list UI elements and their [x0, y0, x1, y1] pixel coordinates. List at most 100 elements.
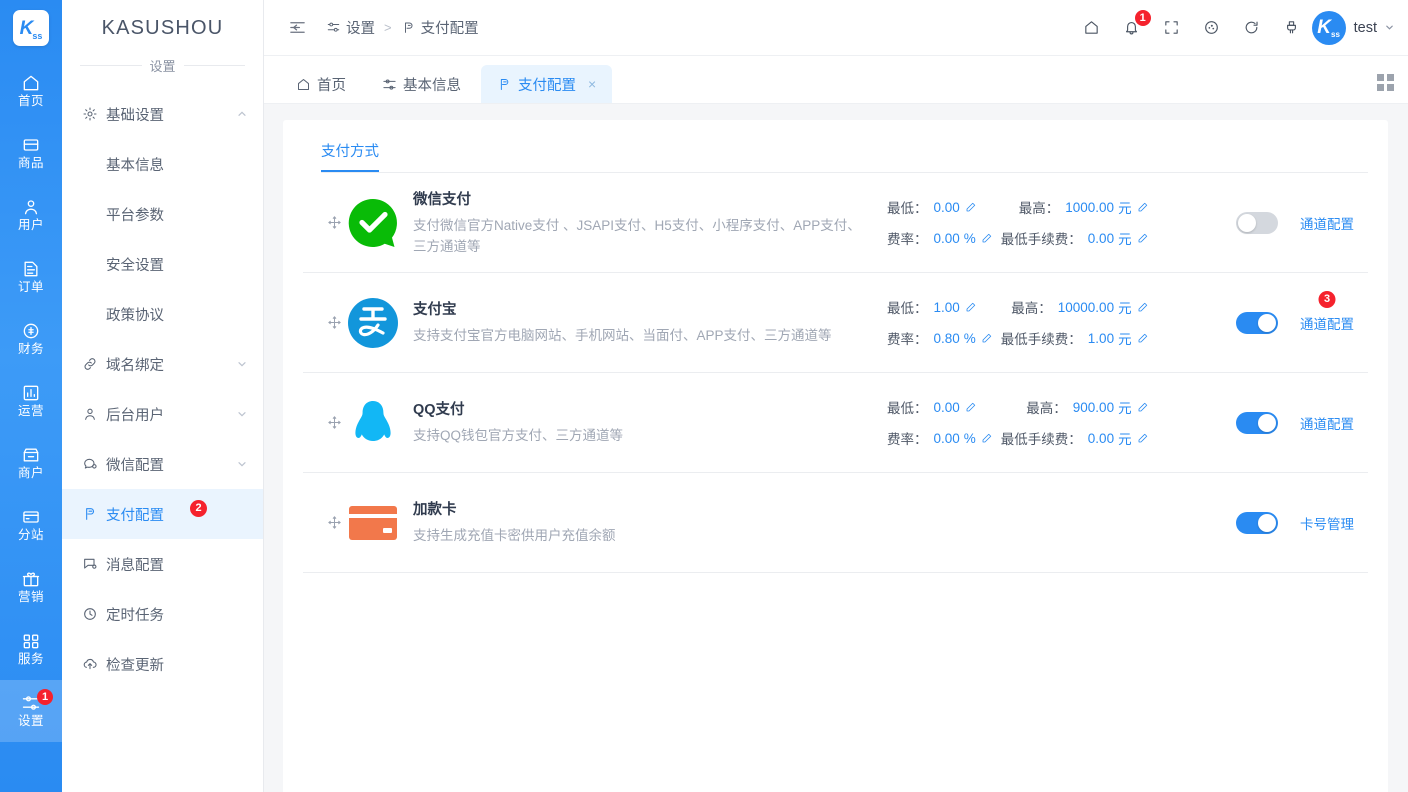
payment-config-link[interactable]: 卡号管理 [1300, 513, 1354, 533]
field-rate: 费率： 0.00% [887, 428, 993, 448]
breadcrumb-item-1[interactable]: 支付配置 [401, 17, 479, 38]
rail-item-marketing[interactable]: 营销 [0, 556, 62, 618]
rail-item-settings[interactable]: 设置 1 [0, 680, 62, 742]
theme-button[interactable] [1198, 14, 1226, 42]
sidebar-item-security[interactable]: 安全设置 [62, 239, 263, 289]
user-menu[interactable]: Kss test [1311, 10, 1394, 45]
rail-item-substation[interactable]: 分站 [0, 494, 62, 556]
pencil-icon[interactable] [981, 432, 993, 444]
rail-item-users[interactable]: 用户 [0, 184, 62, 246]
pencil-icon[interactable] [965, 301, 977, 313]
coin-icon [21, 321, 41, 341]
field-max-unit: 元 [1118, 201, 1132, 216]
payment-config-link[interactable]: 3 通道配置 [1300, 290, 1354, 333]
payment-description: 支持QQ钱包官方支付、三方通道等 [413, 428, 624, 444]
payment-config-link[interactable]: 通道配置 [1300, 213, 1354, 233]
clear-cache-button[interactable] [1278, 14, 1306, 42]
field-min-fee-label: 最低手续费： [1000, 432, 1082, 447]
pencil-icon[interactable] [981, 332, 993, 344]
pencil-icon[interactable] [1137, 232, 1149, 244]
primary-sidebar: Kss 首页 商品 用户 订单 财务 运营 商户 分站 营销 服务 设置 1 [0, 0, 62, 792]
toggle-knob [1258, 513, 1276, 532]
pencil-icon[interactable] [1137, 401, 1149, 413]
pencil-icon[interactable] [1137, 432, 1149, 444]
pencil-icon[interactable] [981, 232, 993, 244]
home-icon [1083, 19, 1100, 36]
field-min-fee: 最低手续费： 1.00 元 [1001, 328, 1149, 348]
sidebar-item-label: 支付配置 [106, 507, 164, 524]
sidebar-item-domain-bind[interactable]: 域名绑定 [62, 339, 263, 389]
sidebar-item-label: 后台用户 [106, 407, 164, 424]
rail-item-label: 服务 [17, 652, 44, 667]
sidebar-item-pay-config[interactable]: 支付配置 2 [62, 489, 263, 539]
sidebar-item-basic-settings[interactable]: 基础设置 [62, 89, 263, 139]
close-icon[interactable]: × [588, 77, 596, 91]
field-max-label: 最高： [1018, 201, 1060, 216]
shop-icon [21, 445, 41, 465]
payment-toggle[interactable] [1236, 511, 1278, 534]
toggle-knob [1258, 413, 1276, 432]
drag-handle-icon[interactable] [321, 215, 347, 230]
sidebar-item-cron-task[interactable]: 定时任务 [62, 589, 263, 639]
field-min: 最低： 1.00 [887, 297, 993, 317]
sidebar-item-platform-params[interactable]: 平台参数 [62, 189, 263, 239]
sidebar-item-admin-users[interactable]: 后台用户 [62, 389, 263, 439]
payment-description: 支付微信官方Native支付 、JSAPI支付、H5支付、小程序支付、APP支付… [413, 217, 861, 254]
rail-item-orders[interactable]: 订单 [0, 246, 62, 308]
refresh-button[interactable] [1238, 14, 1266, 42]
toggle-knob [1258, 313, 1276, 332]
drag-handle-icon[interactable] [321, 415, 347, 430]
sidebar-item-policy[interactable]: 政策协议 [62, 289, 263, 339]
pencil-icon[interactable] [1137, 301, 1149, 313]
rail-item-merchant[interactable]: 商户 [0, 432, 62, 494]
sidebar-item-check-update[interactable]: 检查更新 [62, 639, 263, 689]
payment-toggle[interactable] [1236, 411, 1278, 434]
pencil-icon[interactable] [1137, 332, 1149, 344]
field-min-value: 0.00 [933, 199, 960, 215]
tab-basic-info[interactable]: 基本信息 [366, 65, 477, 103]
field-max-label: 最高： [1011, 301, 1052, 316]
rail-item-service[interactable]: 服务 [0, 618, 62, 680]
rail-item-operation[interactable]: 运营 [0, 370, 62, 432]
field-min-value: 1.00 [933, 299, 960, 315]
sidebar-item-label: 消息配置 [106, 557, 164, 574]
rail-item-home[interactable]: 首页 [0, 60, 62, 122]
drag-handle-icon[interactable] [321, 315, 347, 330]
tab-payment-methods[interactable]: 支付方式 [321, 140, 379, 172]
notification-button[interactable]: 1 [1118, 9, 1151, 42]
sidebar-item-label: 安全设置 [106, 257, 164, 274]
pencil-icon[interactable] [965, 201, 977, 213]
rail-item-goods[interactable]: 商品 [0, 122, 62, 184]
tab-pay-config[interactable]: 支付配置 × [481, 65, 613, 103]
breadcrumb-item-0[interactable]: 设置 [326, 17, 375, 38]
divider-label: 设置 [149, 59, 176, 74]
payment-toggle[interactable] [1236, 211, 1278, 234]
box-icon [21, 135, 41, 155]
drag-handle-icon[interactable] [321, 515, 347, 530]
tab-home[interactable]: 首页 [280, 65, 362, 103]
sidebar-item-basic-info[interactable]: 基本信息 [62, 139, 263, 189]
field-min: 最低： 0.00 [887, 397, 993, 417]
payment-controls: 通道配置 [1178, 211, 1368, 234]
field-max: 最高： 10000.00 元 [1011, 297, 1148, 317]
sidebar-collapse-icon[interactable] [284, 15, 310, 41]
payment-config-link[interactable]: 通道配置 [1300, 413, 1354, 433]
chevron-down-icon [238, 462, 246, 467]
pencil-icon[interactable] [965, 401, 977, 413]
field-max-value: 1000.00 [1065, 199, 1115, 215]
field-min-label: 最低： [887, 301, 928, 316]
sidebar-item-wechat-config[interactable]: 微信配置 [62, 439, 263, 489]
rail-item-label: 运营 [17, 404, 44, 419]
sidebar-item-label: 微信配置 [106, 457, 164, 474]
order-icon [21, 259, 41, 279]
sidebar-item-message-config[interactable]: 消息配置 [62, 539, 263, 589]
fullscreen-button[interactable] [1158, 14, 1186, 42]
breadcrumb: 设置 > 支付配置 [326, 17, 479, 38]
rail-item-finance[interactable]: 财务 [0, 308, 62, 370]
pencil-icon[interactable] [1137, 201, 1149, 213]
home-button[interactable] [1078, 14, 1106, 42]
message-icon [82, 556, 98, 572]
grid-view-icon[interactable] [1377, 74, 1394, 91]
payment-row-wechat-pay: 微信支付 支付微信官方Native支付 、JSAPI支付、H5支付、小程序支付、A… [303, 173, 1368, 273]
payment-toggle[interactable] [1236, 311, 1278, 334]
